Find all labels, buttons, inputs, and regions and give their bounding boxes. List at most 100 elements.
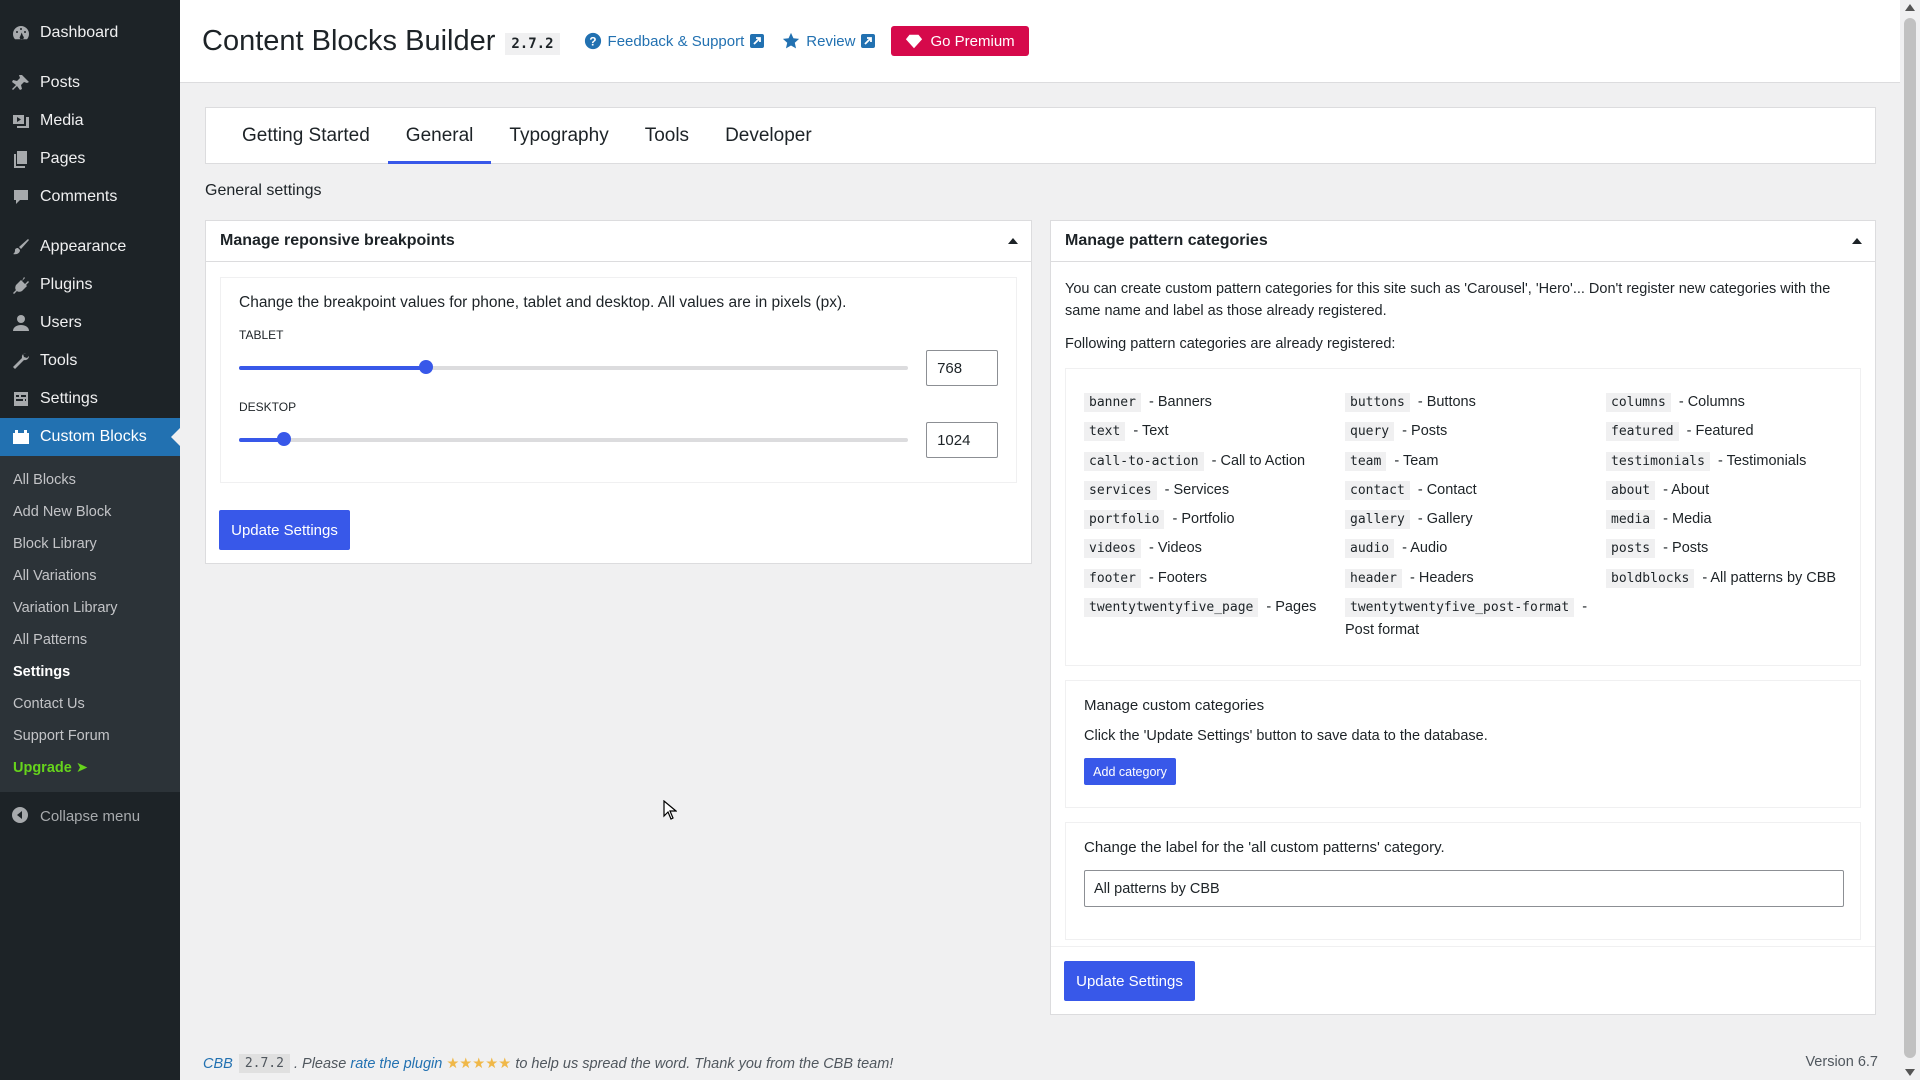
category-label: Media xyxy=(1672,511,1712,528)
admin-sidebar: Dashboard Posts Media Pages Comments App… xyxy=(0,0,180,1080)
collapse-caret-icon[interactable] xyxy=(1008,238,1018,244)
category-label: Videos xyxy=(1157,540,1202,557)
submenu-all-patterns[interactable]: All Patterns xyxy=(0,624,180,656)
registered-categories: banner - Banners text - Text call-to-actio… xyxy=(1065,368,1861,666)
category-separator: - xyxy=(1663,540,1673,557)
category-label: Pages xyxy=(1275,599,1317,616)
blocks-icon xyxy=(10,426,32,448)
category-item: about - About xyxy=(1606,479,1846,508)
tab-typography[interactable]: Typography xyxy=(491,108,626,163)
category-slug: posts xyxy=(1606,539,1656,559)
update-settings-button[interactable]: Update Settings xyxy=(1064,961,1195,1001)
submenu-support-forum[interactable]: Support Forum xyxy=(0,720,180,752)
rating-stars-icon[interactable]: ★★★★★ xyxy=(446,1056,511,1072)
category-label: Portfolio xyxy=(1181,511,1235,528)
sidebar-item-label: Custom Blocks xyxy=(40,428,147,445)
desktop-value-input[interactable]: 1024 xyxy=(926,422,998,458)
submenu-upgrade[interactable]: Upgrade ➤ xyxy=(0,752,180,784)
update-settings-button[interactable]: Update Settings xyxy=(219,510,350,550)
collapse-menu-label: Collapse menu xyxy=(40,807,141,825)
submenu-all-variations[interactable]: All Variations xyxy=(0,560,180,592)
tab-getting-started[interactable]: Getting Started xyxy=(224,108,388,163)
sidebar-item-tools[interactable]: Tools xyxy=(0,342,180,380)
category-label: Post format xyxy=(1345,622,1420,639)
scrollbar-thumb[interactable] xyxy=(1904,18,1916,1058)
desktop-slider[interactable] xyxy=(239,432,909,446)
tablet-value-input[interactable]: 768 xyxy=(926,350,998,386)
cbb-link[interactable]: CBB xyxy=(203,1056,233,1072)
scroll-down-icon[interactable] xyxy=(1905,1069,1915,1076)
sidebar-item-media[interactable]: Media xyxy=(0,102,180,140)
category-item: services - Services xyxy=(1084,479,1345,508)
collapse-menu-button[interactable]: Collapse menu xyxy=(0,796,180,836)
category-slug: team xyxy=(1345,451,1387,471)
sidebar-item-label: Appearance xyxy=(40,238,127,255)
category-slug: twentytwentyfive_post-format xyxy=(1345,598,1575,618)
category-separator: - xyxy=(1717,452,1727,469)
svg-text:?: ? xyxy=(589,36,596,49)
category-separator: - xyxy=(1149,394,1158,410)
sidebar-item-label: Pages xyxy=(40,150,86,167)
category-slug: portfolio xyxy=(1084,510,1165,530)
category-label: All patterns by CBB xyxy=(1710,569,1837,586)
submenu-settings[interactable]: Settings xyxy=(0,656,180,688)
sidebar-item-pages[interactable]: Pages xyxy=(0,140,180,178)
category-separator: - xyxy=(1417,394,1427,410)
category-item: posts - Posts xyxy=(1606,537,1846,566)
category-item: contact - Contact xyxy=(1345,479,1606,508)
sidebar-item-label: Plugins xyxy=(40,276,93,293)
tab-tools[interactable]: Tools xyxy=(627,108,707,163)
add-category-button[interactable]: Add category xyxy=(1084,758,1176,785)
category-slug: featured xyxy=(1606,422,1679,442)
category-separator: - xyxy=(1410,569,1419,586)
category-item: query - Posts xyxy=(1345,420,1606,449)
sidebar-item-comments[interactable]: Comments xyxy=(0,178,180,216)
category-item: header - Headers xyxy=(1345,567,1606,596)
sidebar-item-dashboard[interactable]: Dashboard xyxy=(0,14,180,52)
submenu-block-library[interactable]: Block Library xyxy=(0,528,180,560)
review-link[interactable]: Review xyxy=(782,32,876,50)
desktop-slider-handle[interactable] xyxy=(276,432,291,446)
category-slug: text xyxy=(1084,422,1126,442)
category-item: team - Team xyxy=(1345,450,1606,479)
tablet-label: TABLET xyxy=(239,328,284,342)
sidebar-item-custom-blocks[interactable]: Custom Blocks xyxy=(0,418,180,456)
section-title: General settings xyxy=(205,182,322,199)
review-label: Review xyxy=(806,32,856,50)
rate-plugin-link[interactable]: rate the plugin xyxy=(350,1056,442,1072)
category-label: About xyxy=(1671,481,1710,498)
breakpoints-panel-header[interactable]: Manage reponsive breakpoints xyxy=(206,221,1031,262)
go-premium-button[interactable]: Go Premium xyxy=(891,26,1029,56)
tablet-slider-handle[interactable] xyxy=(419,360,434,374)
category-item: boldblocks - All patterns by CBB xyxy=(1606,567,1846,596)
version-badge: 2.7.2 xyxy=(505,33,560,55)
category-slug: videos xyxy=(1084,539,1141,559)
category-slug: contact xyxy=(1345,480,1410,500)
settings-icon xyxy=(10,388,32,410)
collapse-caret-icon[interactable] xyxy=(1852,238,1862,244)
submenu-contact-us[interactable]: Contact Us xyxy=(0,688,180,720)
sidebar-item-appearance[interactable]: Appearance xyxy=(0,228,180,266)
page-scrollbar[interactable] xyxy=(1900,0,1920,1080)
feedback-support-link[interactable]: ? Feedback & Support xyxy=(584,32,765,50)
submenu-all-blocks[interactable]: All Blocks xyxy=(0,464,180,496)
submenu-variation-library[interactable]: Variation Library xyxy=(0,592,180,624)
category-separator: - xyxy=(1149,569,1158,586)
category-item: testimonials - Testimonials xyxy=(1606,450,1846,479)
sidebar-item-plugins[interactable]: Plugins xyxy=(0,266,180,304)
tablet-slider[interactable] xyxy=(239,360,909,374)
all-patterns-label-input[interactable]: All patterns by CBB xyxy=(1084,870,1844,907)
sidebar-item-users[interactable]: Users xyxy=(0,304,180,342)
submenu-add-new-block[interactable]: Add New Block xyxy=(0,496,180,528)
tab-general[interactable]: General xyxy=(387,108,492,164)
tab-developer[interactable]: Developer xyxy=(707,108,830,163)
sidebar-item-settings[interactable]: Settings xyxy=(0,380,180,418)
pattern-categories-panel-header[interactable]: Manage pattern categories xyxy=(1051,221,1875,262)
category-separator: - xyxy=(1582,599,1588,616)
category-separator: - xyxy=(1417,481,1427,498)
dashboard-icon xyxy=(10,22,32,44)
category-label: Text xyxy=(1141,423,1169,440)
category-column: columns - Columns featured - Featured test… xyxy=(1606,391,1846,651)
sidebar-item-posts[interactable]: Posts xyxy=(0,64,180,102)
scroll-up-icon[interactable] xyxy=(1905,4,1915,11)
